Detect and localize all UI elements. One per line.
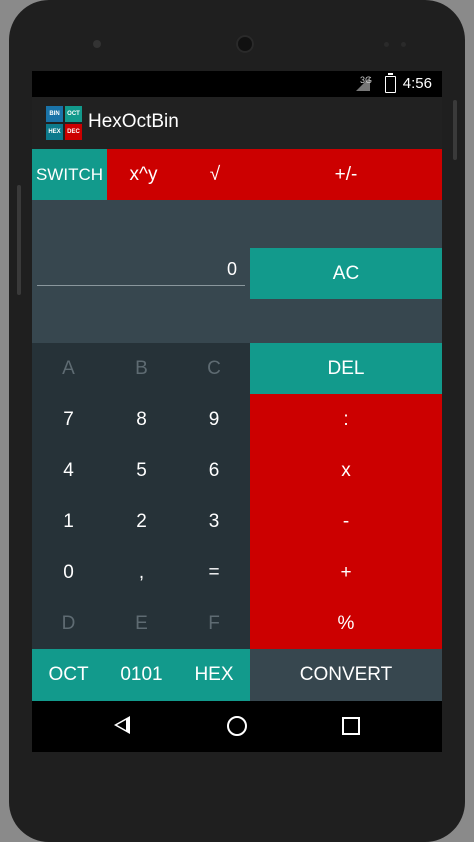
divide-button[interactable]: : <box>250 394 442 445</box>
key-7[interactable]: 7 <box>32 394 105 445</box>
screen: 3G 4:56 BIN OCT HEX DEC HexOctBin SWITCH… <box>32 71 442 752</box>
logo-cell: OCT <box>65 106 82 122</box>
key-9[interactable]: 9 <box>178 394 250 445</box>
status-bar: 3G 4:56 <box>32 71 442 97</box>
key-5[interactable]: 5 <box>105 445 178 496</box>
earpiece-speaker <box>236 35 254 53</box>
recent-apps-icon[interactable] <box>342 717 360 735</box>
key-4[interactable]: 4 <box>32 445 105 496</box>
back-icon[interactable] <box>114 716 130 734</box>
app-logo: BIN OCT HEX DEC <box>46 106 82 140</box>
home-icon[interactable] <box>227 716 247 736</box>
sign-toggle-button[interactable]: +/- <box>250 149 442 200</box>
hex-mode-button[interactable]: HEX <box>178 649 250 701</box>
sqrt-button[interactable]: √ <box>180 149 250 200</box>
logo-cell: DEC <box>65 124 82 140</box>
key-f[interactable]: F <box>178 598 250 649</box>
navigation-bar <box>32 701 442 752</box>
equals-button[interactable]: = <box>178 547 250 598</box>
multiply-button[interactable]: x <box>250 445 442 496</box>
all-clear-button[interactable]: AC <box>250 248 442 299</box>
key-e[interactable]: E <box>105 598 178 649</box>
key-6[interactable]: 6 <box>178 445 250 496</box>
power-op-button[interactable]: x^y <box>107 149 180 200</box>
convert-button[interactable]: CONVERT <box>250 649 442 701</box>
front-camera <box>93 40 101 48</box>
delete-button[interactable]: DEL <box>250 343 442 394</box>
logo-cell: HEX <box>46 124 63 140</box>
network-type: 3G <box>359 75 372 85</box>
battery-icon <box>385 73 396 93</box>
logo-cell: BIN <box>46 106 63 122</box>
percent-button[interactable]: % <box>250 598 442 649</box>
clock: 4:56 <box>402 75 432 92</box>
display-value[interactable]: 0 <box>227 259 237 280</box>
key-c[interactable]: C <box>178 343 250 394</box>
key-d[interactable]: D <box>32 598 105 649</box>
switch-button[interactable]: SWITCH <box>32 149 107 200</box>
add-button[interactable]: + <box>250 547 442 598</box>
key-2[interactable]: 2 <box>105 496 178 547</box>
sensor <box>384 42 389 47</box>
volume-button <box>17 185 21 295</box>
key-comma[interactable]: , <box>105 547 178 598</box>
oct-mode-button[interactable]: OCT <box>32 649 105 701</box>
bin-mode-button[interactable]: 0101 <box>105 649 178 701</box>
display-underline <box>37 285 245 286</box>
app-title: HexOctBin <box>88 111 179 132</box>
key-b[interactable]: B <box>105 343 178 394</box>
sensor <box>401 42 406 47</box>
key-1[interactable]: 1 <box>32 496 105 547</box>
key-8[interactable]: 8 <box>105 394 178 445</box>
key-a[interactable]: A <box>32 343 105 394</box>
subtract-button[interactable]: - <box>250 496 442 547</box>
key-3[interactable]: 3 <box>178 496 250 547</box>
app-bar: BIN OCT HEX DEC HexOctBin <box>32 97 442 149</box>
key-0[interactable]: 0 <box>32 547 105 598</box>
power-button <box>453 100 457 160</box>
